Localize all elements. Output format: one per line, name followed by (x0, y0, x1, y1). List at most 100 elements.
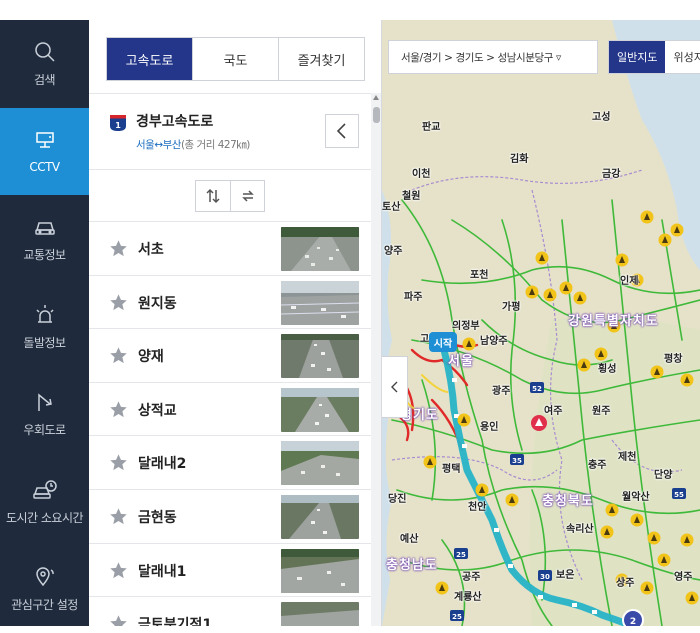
route-shield-label: 52 (532, 385, 542, 393)
map-place-label: 철원 (402, 191, 421, 202)
incident-marker-icon[interactable] (531, 415, 547, 431)
tab-favorites[interactable]: 즐겨찾기 (278, 38, 364, 80)
map-type-standard[interactable]: 일반지도 (609, 41, 666, 73)
star-icon[interactable] (109, 239, 128, 258)
map-breadcrumb[interactable]: 서울/경기 > 경기도 > 성남시분당구 ▿ (388, 40, 598, 74)
sort-direction-button[interactable] (196, 181, 230, 211)
swap-vertical-icon (206, 188, 220, 203)
sidebar-item-city-travel-time[interactable]: 도시간 소요시간 (0, 458, 89, 546)
sidebar-item-label: 교통정보 (23, 248, 66, 263)
map-type-toggle: 일반지도 위성지 (608, 40, 700, 74)
collapse-panel-button[interactable] (325, 114, 359, 148)
chevron-left-icon (390, 381, 397, 393)
cctv-thumbnail[interactable] (281, 387, 359, 432)
list-item[interactable]: 서초 (89, 222, 371, 276)
top-bar (0, 0, 700, 20)
sidebar-item-label: CCTV (29, 160, 60, 175)
map-place-label: 의정부 (452, 321, 480, 332)
route-start-marker[interactable]: 시작 (429, 332, 457, 352)
map-place-label: 평택 (442, 464, 461, 475)
star-icon[interactable] (109, 614, 128, 626)
svg-text:2: 2 (630, 617, 636, 626)
cctv-panel: 고속도로 국도 즐겨찾기 1 경부고속도로 서울↔부산(총 거리 427㎞) 서… (89, 20, 382, 626)
cctv-name: 금현동 (138, 509, 177, 526)
star-icon[interactable] (109, 453, 128, 472)
list-item[interactable]: 금현동 (89, 490, 371, 544)
map-place-label: 충주 (588, 460, 607, 471)
sidebar-item-traffic[interactable]: 교통정보 (0, 195, 89, 283)
map-place-label: 횡성 (598, 364, 617, 375)
list-item[interactable]: 양재 (89, 329, 371, 383)
cctv-thumbnail[interactable] (281, 280, 359, 325)
search-icon (32, 39, 58, 65)
map-place-label: 평창 (664, 354, 683, 365)
map-place-label: 상주 (616, 578, 635, 589)
star-icon[interactable] (109, 293, 128, 312)
sidebar-item-detour[interactable]: 우회도로 (0, 370, 89, 458)
cctv-thumbnail[interactable] (281, 602, 359, 626)
cctv-list: 서초 원지동 양재 상적교 달래내2 금현동 달래내1 금토분기점1 (89, 222, 371, 626)
cctv-thumbnail[interactable] (281, 334, 359, 379)
cctv-name: 원지동 (138, 295, 177, 312)
sidebar-item-cctv[interactable]: CCTV (0, 107, 89, 195)
list-item[interactable]: 금토분기점1 (89, 597, 371, 626)
star-icon[interactable] (109, 561, 128, 580)
route-number: 1 (115, 121, 121, 130)
map-place-label: 토산 (382, 202, 401, 213)
map-place-label: 광주 (492, 386, 511, 397)
tab-national-road[interactable]: 국도 (192, 38, 278, 80)
star-icon[interactable] (109, 346, 128, 365)
map-place-label: 단양 (654, 470, 673, 481)
map-place-label: 영주 (674, 572, 693, 583)
cctv-thumbnail[interactable] (281, 227, 359, 271)
alert-light-icon (32, 302, 58, 328)
list-item[interactable]: 달래내2 (89, 436, 371, 490)
cctv-thumbnail[interactable] (281, 441, 359, 486)
route-shield-label: 55 (674, 491, 684, 499)
refresh-button[interactable] (230, 180, 264, 211)
list-item[interactable]: 상적교 (89, 383, 371, 437)
detour-arrow-icon (32, 389, 58, 415)
map-region-label: 충청북도 (542, 494, 594, 509)
scroll-up-icon[interactable] (373, 95, 379, 100)
star-icon[interactable] (109, 400, 128, 419)
traffic-map[interactable]: 2 52 35 25 30 55 25 고성 판교 김화 금강 이천 철원 토산… (382, 20, 700, 626)
map-region-label: 충청남도 (386, 558, 438, 573)
cctv-name: 서초 (138, 242, 164, 258)
sidebar-item-label: 검색 (33, 73, 56, 88)
sidebar-item-incident[interactable]: 돌발정보 (0, 283, 89, 371)
map-place-label: 포천 (470, 270, 489, 281)
map-place-label: 서울 (448, 354, 474, 369)
cctv-thumbnail[interactable] (281, 494, 359, 539)
sidebar: 검색 CCTV 교통정보 돌발정보 우회도로 도시간 소요시간 관심구간 설정 (0, 20, 89, 626)
panel-scrollbar[interactable] (371, 93, 381, 626)
map-place-label: 남양주 (480, 336, 508, 347)
cctv-thumbnail[interactable] (281, 548, 359, 593)
list-item[interactable]: 원지동 (89, 276, 371, 330)
map-place-label: 제천 (618, 452, 637, 463)
map-place-label: 양주 (384, 246, 403, 257)
tab-expressway[interactable]: 고속도로 (107, 38, 192, 80)
route-shield-label: 35 (512, 457, 522, 465)
map-place-label: 계룡산 (454, 592, 482, 603)
route-endpoints: 서울↔부산 (136, 139, 181, 151)
cctv-icon (32, 128, 58, 154)
sidebar-item-interest-section[interactable]: 관심구간 설정 (0, 545, 89, 633)
scroll-thumb[interactable] (373, 107, 380, 123)
map-type-satellite[interactable]: 위성지 (665, 41, 700, 73)
map-region-label: 월악산 (622, 492, 650, 503)
route-shield-label: 30 (540, 573, 550, 581)
map-place-label: 고성 (592, 112, 611, 123)
list-item[interactable]: 달래내1 (89, 544, 371, 598)
route-distance: (총 거리 427㎞) (180, 139, 250, 151)
sidebar-item-label: 관심구간 설정 (11, 598, 78, 613)
map-place-label: 금강 (602, 169, 621, 180)
expressway-shield-icon: 1 (110, 115, 126, 131)
star-icon[interactable] (109, 507, 128, 526)
sidebar-item-label: 돌발정보 (23, 335, 66, 350)
sidebar-item-search[interactable]: 검색 (0, 20, 89, 108)
map-place-label: 가평 (502, 302, 521, 313)
map-panel-toggle-button[interactable] (382, 356, 408, 418)
location-pin-icon (32, 564, 58, 590)
map-place-label: 인제 (620, 276, 639, 287)
